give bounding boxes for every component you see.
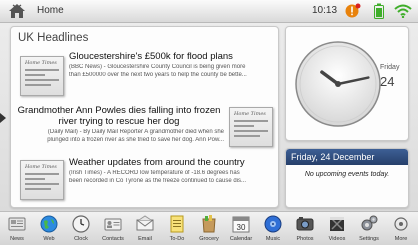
dock-item-news[interactable]: News — [0, 214, 34, 245]
dock-label: Music — [265, 236, 281, 242]
wifi-icon — [394, 4, 412, 18]
dock-label: Calendar — [229, 236, 253, 242]
news-summary-line: (Irish Times) - A RECORD low temperature… — [69, 170, 240, 176]
news-title: Gloucestershire's £500k for flood plans — [69, 51, 233, 62]
todo-icon — [170, 215, 184, 233]
news-item[interactable]: Home Times Weather updates from around t… — [11, 155, 278, 207]
battery-icon — [374, 3, 384, 19]
email-icon — [136, 215, 154, 231]
dock-item-more[interactable]: More — [384, 214, 418, 245]
clock-day-number: 24 — [380, 74, 395, 89]
status-bar: Home 10:13 — [0, 0, 418, 23]
dock-item-photos[interactable]: Photos — [288, 214, 322, 245]
news-summary-line: than £500000 over the next two years to … — [69, 71, 247, 78]
news-title-line: Grandmother Ann Powles dies falling into… — [17, 105, 221, 116]
globe-icon — [40, 215, 58, 233]
news-summary-line: (BBC News) - Gloucestershire County Coun… — [69, 64, 246, 70]
notification-icon[interactable] — [345, 3, 361, 19]
news-summary-line: (Daily Mail) - By Daily Mail Reporter A … — [47, 129, 224, 135]
dock-item-videos[interactable]: Videos — [320, 214, 354, 245]
dock-label: Web — [43, 236, 55, 242]
dock-item-email[interactable]: Email — [128, 214, 162, 245]
news-summary-line: been recorded in Co Tyrone as the freeze… — [69, 177, 246, 184]
news-item[interactable]: Home Times Gloucestershire's £500k for f… — [11, 49, 278, 101]
newspaper-thumbnail: Home Times — [20, 56, 64, 96]
music-icon — [264, 215, 282, 233]
dock-item-grocery[interactable]: Grocery — [192, 214, 226, 245]
dock-item-music[interactable]: Music — [256, 214, 290, 245]
calendar-date: Friday, 24 December — [291, 152, 375, 162]
photos-icon — [296, 217, 314, 231]
headlines-title: UK Headlines — [18, 32, 89, 44]
more-icon — [394, 217, 408, 231]
clock-weekday: Friday — [380, 64, 400, 71]
news-title: Weather updates from around the country — [69, 157, 245, 168]
calendar-header: Friday, 24 December — [286, 149, 408, 165]
scroll-left-arrow-icon[interactable] — [0, 113, 6, 123]
home-label: Home — [37, 5, 64, 16]
dock-item-contacts[interactable]: Contacts — [96, 214, 130, 245]
status-time: 10:13 — [312, 5, 338, 16]
clock-icon — [72, 215, 90, 233]
clock-widget[interactable]: Friday 24 — [285, 26, 409, 141]
dock-label: Clock — [74, 236, 88, 242]
dock-label: Contacts — [102, 236, 124, 242]
dock-label: More — [394, 236, 408, 242]
calendar-empty-message: No upcoming events today. — [304, 171, 390, 178]
dock-label: Settings — [359, 236, 379, 242]
dock-item-settings[interactable]: Settings — [352, 214, 386, 245]
videos-icon — [330, 217, 344, 231]
headlines-widget: UK Headlines Home Times Gloucestershire'… — [10, 26, 279, 208]
news-title-line: river trying to rescue her dog — [58, 116, 180, 127]
dock-label: Email — [138, 236, 152, 242]
newspaper-thumbnail: Home Times — [20, 160, 64, 200]
dock-item-web[interactable]: Web — [32, 214, 66, 245]
home-icon[interactable] — [8, 3, 26, 19]
dock-item-calendar[interactable]: 30 Calendar — [224, 214, 258, 245]
dock-item-clock[interactable]: Clock — [64, 214, 98, 245]
app-dock: News Web Clock Contacts Email To-Do Groc… — [0, 211, 418, 245]
news-title: Grandmother Ann Powles dies falling into… — [14, 105, 224, 127]
dock-item-todo[interactable]: To-Do — [160, 214, 194, 245]
news-item[interactable]: Grandmother Ann Powles dies falling into… — [11, 103, 278, 155]
calendar-icon: 30 — [232, 216, 250, 233]
dock-label: News — [10, 236, 24, 242]
settings-icon — [361, 215, 378, 231]
analog-clock-icon — [295, 41, 381, 127]
dock-label: Videos — [328, 236, 346, 242]
dock-label: Grocery — [199, 236, 219, 242]
calendar-widget[interactable]: Friday, 24 December No upcoming events t… — [285, 148, 409, 208]
grocery-icon — [202, 215, 216, 233]
dock-label: To-Do — [169, 236, 185, 242]
dock-label: Photos — [296, 236, 314, 242]
newspaper-thumbnail: Home Times — [229, 107, 273, 147]
calendar-icon-day: 30 — [237, 223, 246, 232]
news-icon — [8, 217, 26, 231]
contacts-icon — [104, 218, 122, 231]
news-summary-line: plunged into a frozen river as she tried… — [47, 136, 224, 143]
